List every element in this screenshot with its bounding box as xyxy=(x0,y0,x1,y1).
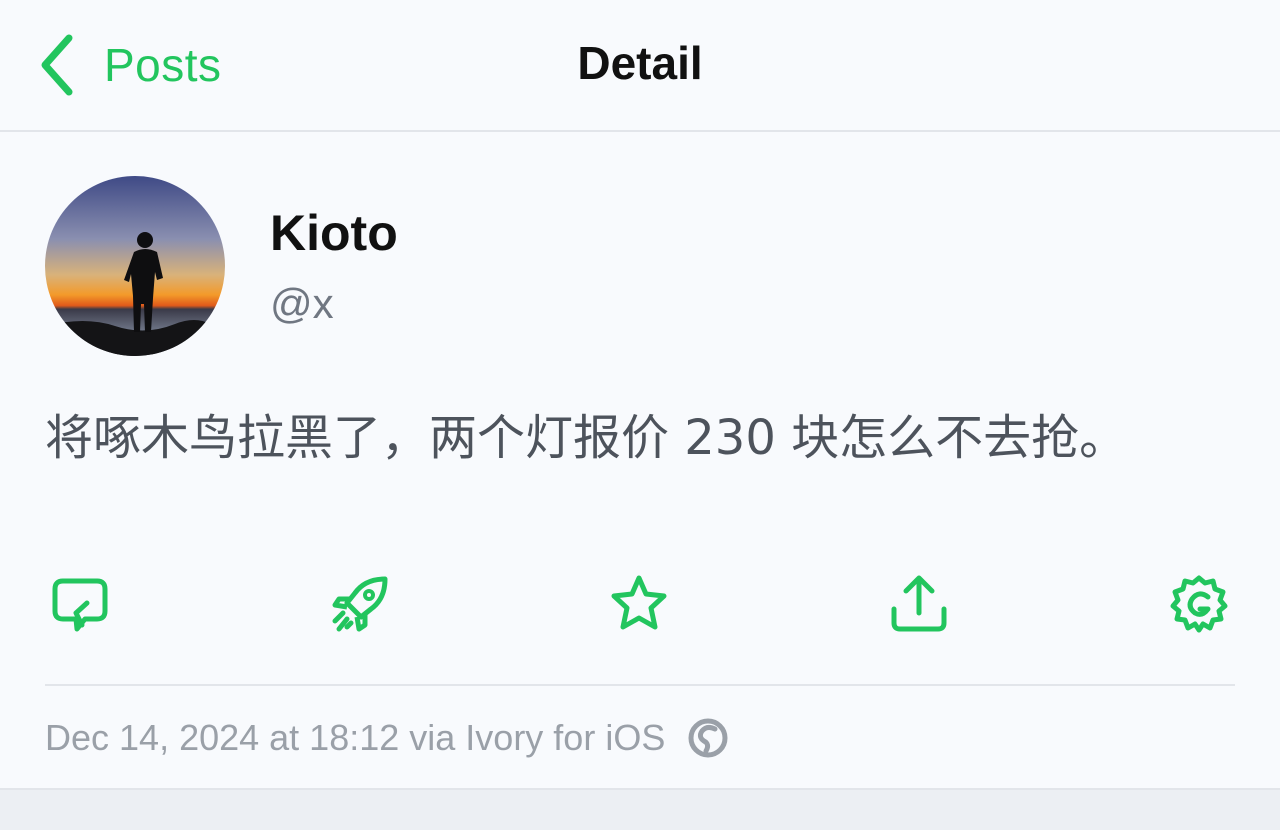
gear-icon xyxy=(1170,575,1228,633)
reply-button[interactable] xyxy=(48,572,112,636)
share-button[interactable] xyxy=(887,572,951,636)
post-metadata: Dec 14, 2024 at 18:12 via Ivory for iOS xyxy=(45,714,729,762)
page-title: Detail xyxy=(577,37,703,89)
reply-icon xyxy=(52,578,108,632)
sunset-silhouette-avatar-image xyxy=(45,176,225,356)
boost-button[interactable] xyxy=(328,572,392,636)
timestamp-and-client: Dec 14, 2024 at 18:12 via Ivory for iOS xyxy=(45,717,666,758)
favorite-button[interactable] xyxy=(607,572,671,636)
ivory-app-icon xyxy=(688,718,728,758)
user-handle[interactable]: @x xyxy=(270,280,334,328)
star-icon xyxy=(611,575,667,630)
share-icon xyxy=(891,575,947,632)
navigation-bar: Posts Detail xyxy=(0,0,1280,132)
post-content: 将啄木鸟拉黑了，两个灯报价 230 块怎么不去抢。 xyxy=(45,410,1128,466)
post-detail-screen: Posts Detail Kioto @x 将啄木鸟拉黑了，两个灯报价 230 … xyxy=(0,0,1280,830)
avatar[interactable] xyxy=(45,176,225,356)
divider xyxy=(45,684,1235,686)
rocket-icon xyxy=(332,576,388,632)
bottom-toolbar-edge xyxy=(0,788,1280,830)
more-button[interactable] xyxy=(1167,572,1231,636)
display-name[interactable]: Kioto xyxy=(270,204,398,262)
